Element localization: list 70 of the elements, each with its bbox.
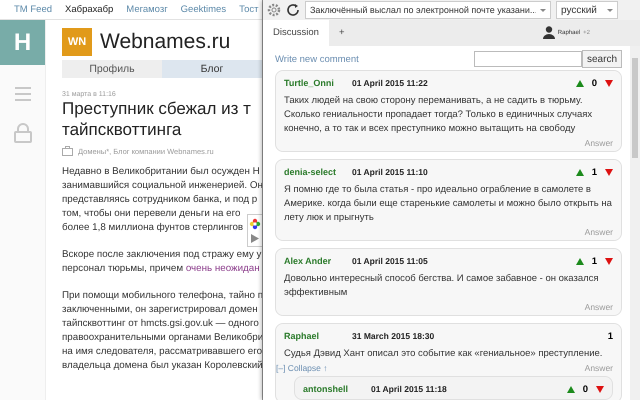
comment-author[interactable]: Alex Ander [284, 256, 352, 266]
dropdown-arrow-icon [540, 8, 546, 12]
panel-tab[interactable]: + [328, 20, 354, 46]
comment-text: Таких людей на свою сторону переманивать, а не садить в тюрьму. Сколько гениальности пропадает тогда? Только в единичных случаях конечно, а то так и всех преступнико можно вытащить на свободу [284, 94, 594, 136]
article-text-line: Недавно в Великобритании был осужден Н [62, 165, 260, 179]
article-text-line: представляясь сотрудником банка, и под р [62, 193, 258, 207]
site-nav-link[interactable]: TM Feed [14, 4, 52, 15]
comment-date: 01 April 2015 11:05 [352, 256, 429, 266]
comment-score: 1 [592, 166, 597, 178]
downvote-icon[interactable] [596, 386, 604, 392]
answer-link[interactable]: Answer [584, 302, 613, 312]
comment-date: 01 April 2015 11:22 [352, 78, 429, 88]
comment-score: 1 [592, 256, 597, 266]
comment-author[interactable]: Raphael [284, 331, 352, 341]
panel-tab[interactable]: Discussion [263, 20, 329, 46]
comment-date: 01 April 2015 11:18 [371, 384, 448, 394]
search-button[interactable]: search [582, 50, 622, 68]
comment-date: 31 March 2015 18:30 [352, 331, 436, 341]
comment-score: 0 [582, 384, 588, 394]
article-title: Преступник сбежал из т [62, 98, 251, 119]
comment-text: Судья Дэвид Хант описал это событие как «гениальное» преступление. [284, 347, 604, 361]
language-dropdown[interactable]: русский [556, 1, 618, 19]
comment-date: 01 April 2015 11:10 [352, 167, 429, 177]
article-text-line: тайпсквоттинг от hmcts.gsi.gov.uk — одного [62, 317, 259, 331]
play-icon[interactable] [251, 234, 259, 243]
flower-icon[interactable] [249, 218, 261, 230]
upvote-icon[interactable] [566, 386, 575, 392]
downvote-icon[interactable] [605, 80, 613, 86]
upvote-icon[interactable] [576, 258, 584, 264]
article-title: тайпсквоттинга [62, 119, 182, 140]
comment-author[interactable]: Turtle_Onni [284, 78, 352, 88]
upvote-icon[interactable] [576, 168, 584, 176]
company-tab[interactable]: Профиль [62, 60, 162, 78]
article-text-line: том, чтобы они перевели деньги на его [62, 207, 240, 221]
site-nav-link[interactable]: Тост [239, 4, 259, 15]
write-comment-link[interactable]: Write new comment [275, 54, 474, 64]
comment-author[interactable]: denia-select [284, 167, 352, 177]
article-text-line: персонал тюрьмы, причем очень неожидан [62, 262, 260, 276]
downvote-icon[interactable] [605, 258, 613, 264]
article-text-line: занимавшийся социальной инженерией. Он [62, 179, 262, 193]
comment-author[interactable]: antonshell [303, 384, 371, 394]
comment-text: Я помню где то была статья - про идеально ограбление в самолете в Америке. когда были еще старенькие самолеты и можно было открыть на лету люк и прыгнуть [284, 183, 613, 225]
upvote-icon[interactable] [576, 80, 584, 86]
article-text-line: на имя следователя, рассматривавшего его [62, 345, 262, 359]
answer-link[interactable]: Answer [584, 362, 613, 372]
refresh-icon[interactable] [286, 3, 300, 17]
article-text-line: Вскоре после заключения под стражу ему у [62, 248, 262, 262]
settings-icon[interactable] [267, 3, 281, 17]
site-logo[interactable]: H [0, 20, 45, 65]
dropdown-arrow-icon [607, 8, 613, 12]
briefcase-icon [62, 146, 73, 156]
article-text-line: При помощи мобильного телефона, тайно п [62, 289, 262, 303]
company-tab[interactable]: Блог [162, 60, 262, 78]
comment-score: 0 [592, 78, 597, 88]
site-nav-link[interactable]: Geektimes [180, 4, 226, 15]
user-icon [542, 26, 555, 39]
search-field[interactable] [474, 51, 582, 67]
article-text-line: заключенными, он зарегистрировал домен [62, 303, 258, 317]
comment-text: Довольно интересный способ бегства. И самое забавное - он оказался эффективным [284, 272, 600, 300]
article-text-line: владельца домена был указан Королевский [62, 359, 262, 373]
company-name: Webnames.ru [100, 30, 230, 54]
answer-link[interactable]: Answer [584, 138, 613, 148]
collapse-link[interactable]: [–] Collapse ↑ [276, 362, 328, 372]
company-logo: WN [62, 28, 92, 56]
answer-link[interactable]: Answer [584, 226, 613, 236]
article-text-line: более 1,8 миллиона фунтов стерлингов [62, 221, 244, 235]
comment-score: 1 [608, 330, 613, 342]
site-nav-link[interactable]: Мегамозг [126, 4, 168, 15]
site-nav-link[interactable]: Хабрахабр [65, 4, 114, 15]
downvote-icon[interactable] [605, 168, 613, 176]
